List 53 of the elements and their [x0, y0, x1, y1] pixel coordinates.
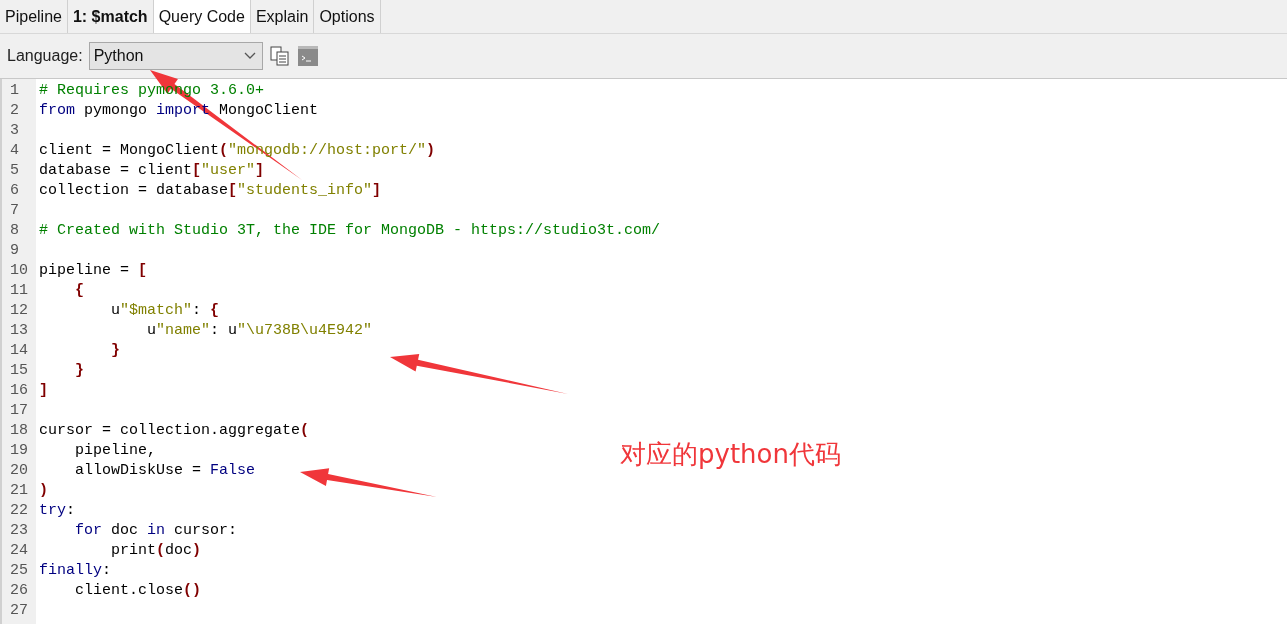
copy-icon[interactable] [268, 45, 291, 67]
line-number: 26 [9, 581, 29, 601]
line-number: 27 [9, 601, 29, 621]
line-number: 2 [9, 101, 20, 121]
code-line: database = client["user"] [39, 161, 265, 181]
line-number: 20 [9, 461, 29, 481]
line-number: 8 [9, 221, 20, 241]
line-number: 13 [9, 321, 29, 341]
code-line: } [110, 341, 120, 361]
code-line: collection = database["students_info"] [39, 181, 382, 201]
code-line: ) [39, 481, 48, 501]
line-number: 4 [9, 141, 20, 161]
line-number: 12 [9, 301, 29, 321]
code-line: allowDiskUse = False [74, 461, 256, 481]
language-label: Language: [7, 47, 83, 65]
line-number: 1 [9, 81, 20, 101]
code-line: ] [39, 381, 48, 401]
line-number: 14 [9, 341, 29, 361]
code-line: client.close() [74, 581, 202, 601]
code-line: finally: [39, 561, 112, 581]
code-line: # Created with Studio 3T, the IDE for MongoDB - https://studio3t.com/ [39, 221, 661, 241]
code-line: pipeline, [74, 441, 157, 461]
code-line: try: [39, 501, 76, 521]
code-line: u"$match": { [110, 301, 220, 321]
terminal-icon[interactable] [296, 45, 319, 67]
line-number: 16 [9, 381, 29, 401]
code-line: for doc in cursor: [74, 521, 238, 541]
line-number: 5 [9, 161, 20, 181]
tab[interactable]: Query Code [153, 0, 251, 33]
line-number: 6 [9, 181, 20, 201]
line-number: 19 [9, 441, 29, 461]
code-line: print(doc) [110, 541, 202, 561]
line-number: 21 [9, 481, 29, 501]
code-line: { [74, 281, 84, 301]
line-number: 22 [9, 501, 29, 521]
line-number: 17 [9, 401, 29, 421]
code-line: pipeline = [ [39, 261, 148, 281]
line-number: 18 [9, 421, 29, 441]
line-number: 11 [9, 281, 29, 301]
code-line: u"name": u"\u738B\u4E942" [146, 321, 373, 341]
line-number: 15 [9, 361, 29, 381]
line-number: 25 [9, 561, 29, 581]
code-line: } [74, 361, 84, 381]
line-number: 7 [9, 201, 20, 221]
line-number: 23 [9, 521, 29, 541]
annotation-text: 对应的python代码 [620, 438, 841, 471]
line-number: 9 [9, 241, 20, 261]
code-line: cursor = collection.aggregate( [39, 421, 310, 441]
chevron-down-icon [243, 52, 256, 60]
line-number: 10 [9, 261, 29, 281]
line-number: 3 [9, 121, 20, 141]
line-number: 24 [9, 541, 29, 561]
language-dropdown[interactable]: Python [88, 42, 263, 70]
